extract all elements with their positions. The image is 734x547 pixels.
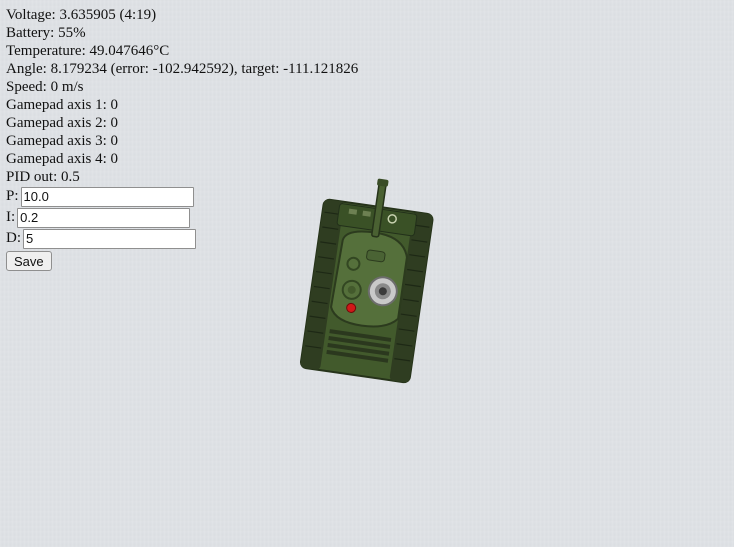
battery-readout: Battery: 55%	[6, 25, 86, 41]
i-label: I:	[6, 209, 16, 225]
d-label: D:	[6, 230, 21, 246]
save-button[interactable]: Save	[6, 251, 52, 271]
speed-readout: Speed: 0 m/s	[6, 79, 84, 95]
temperature-readout: Temperature: 49.047646°C	[6, 43, 170, 59]
gamepad-axis-3-readout: Gamepad axis 3: 0	[6, 133, 119, 149]
voltage-readout: Voltage: 3.635905 (4:19)	[6, 7, 157, 23]
gamepad-axis-1-readout: Gamepad axis 1: 0	[6, 97, 119, 113]
d-input[interactable]	[23, 228, 196, 249]
angle-readout: Angle: 8.179234 (error: -102.942592), ta…	[6, 61, 359, 77]
gamepad-axis-2-readout: Gamepad axis 2: 0	[6, 115, 119, 131]
p-label: P:	[6, 188, 19, 204]
gamepad-axis-4-readout: Gamepad axis 4: 0	[6, 151, 119, 167]
i-input[interactable]	[17, 207, 191, 228]
tank-image	[292, 174, 442, 389]
tank-icon	[299, 178, 434, 384]
p-input[interactable]	[20, 186, 194, 207]
